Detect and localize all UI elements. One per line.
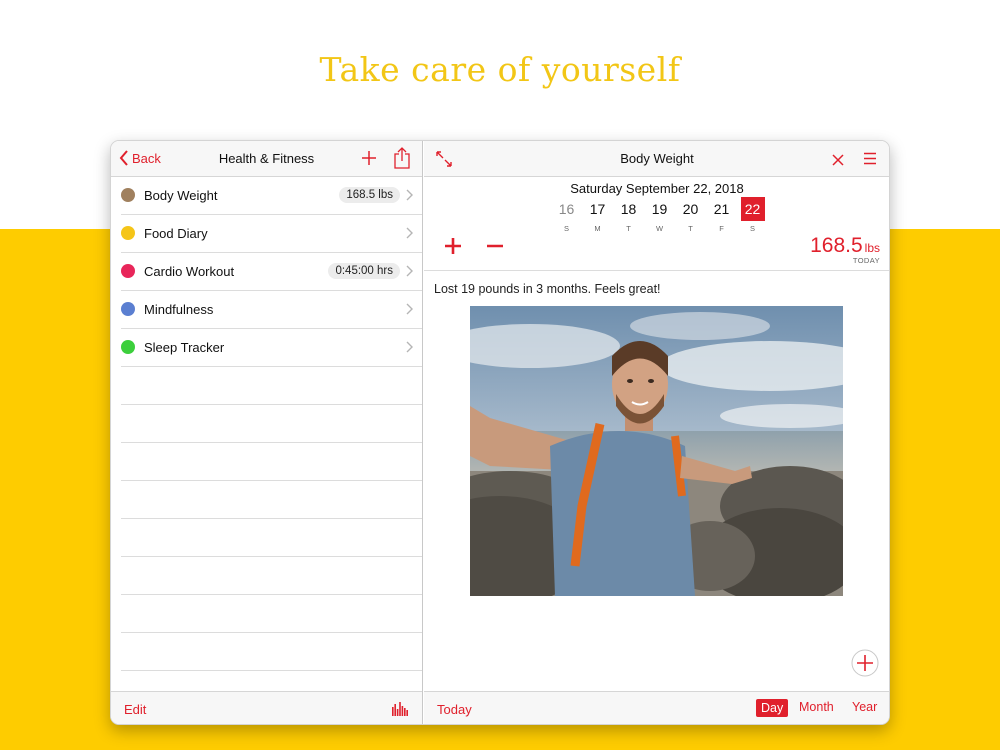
bar-chart-icon	[392, 702, 408, 716]
list-item-label: Food Diary	[144, 226, 208, 241]
decrement-button[interactable]	[486, 237, 504, 260]
minus-icon	[487, 244, 503, 248]
detail-toolbar: Today Day Month Year	[424, 691, 889, 724]
master-toolbar: Edit	[111, 691, 422, 724]
entry-photo[interactable]	[470, 306, 843, 596]
plus-circle-icon	[851, 649, 879, 677]
empty-row	[121, 519, 422, 557]
empty-row	[121, 481, 422, 519]
chart-button[interactable]	[392, 701, 408, 721]
segment-day[interactable]: Day	[756, 699, 789, 717]
list-item-food-diary[interactable]: Food Diary	[121, 215, 422, 253]
expand-button[interactable]	[436, 151, 452, 172]
empty-row	[121, 557, 422, 595]
weekday-letter: S	[563, 224, 569, 233]
day-cell[interactable]: 17 M	[582, 197, 613, 233]
today-button[interactable]: Today	[437, 702, 472, 717]
menu-icon	[864, 152, 876, 165]
master-navbar: Back Health & Fitness	[111, 141, 422, 177]
add-entry-button[interactable]	[851, 649, 879, 682]
category-color-dot	[121, 302, 135, 316]
empty-row	[121, 367, 422, 405]
share-icon	[394, 147, 410, 169]
day-cell[interactable]: 19 W	[644, 197, 675, 233]
share-button[interactable]	[394, 147, 410, 174]
day-number: 16	[558, 201, 575, 217]
close-icon	[832, 154, 844, 166]
empty-row	[121, 633, 422, 671]
day-cell-selected[interactable]: 22 S	[737, 197, 768, 233]
weekday-letter: T	[688, 224, 693, 233]
value-badge: 0:45:00 hrs	[328, 263, 400, 279]
weekday-letter: W	[655, 224, 664, 233]
list-item-sleep-tracker[interactable]: Sleep Tracker	[121, 329, 422, 367]
value-badge: 168.5 lbs	[339, 187, 400, 203]
selected-date: Saturday September 22, 2018	[570, 181, 744, 196]
list-item-label: Cardio Workout	[144, 264, 235, 279]
day-cell[interactable]: 18 T	[613, 197, 644, 233]
chevron-left-icon	[119, 150, 128, 166]
empty-row	[121, 443, 422, 481]
weight-date-label: TODAY	[852, 256, 880, 265]
category-color-dot	[121, 188, 135, 202]
list-item-label: Mindfulness	[144, 302, 214, 317]
chevron-right-icon	[406, 189, 413, 201]
list-item-label: Sleep Tracker	[144, 340, 225, 355]
close-button[interactable]	[832, 153, 844, 171]
entry-note[interactable]: Lost 19 pounds in 3 months. Feels great!	[434, 282, 661, 296]
detail-navbar: Body Weight	[424, 141, 889, 177]
list-item-body-weight[interactable]: Body Weight 168.5 lbs	[121, 177, 422, 215]
week-strip: 16 S 17 M 18 T 19 W 20 T 21 F 22 S	[551, 197, 768, 233]
selfie-photo-image	[470, 306, 843, 596]
weight-readout: 168.5 lbs TODAY	[810, 234, 880, 265]
category-color-dot	[121, 264, 135, 278]
day-number: 17	[589, 201, 606, 217]
plus-icon	[445, 238, 461, 254]
weekday-letter: T	[626, 224, 631, 233]
back-button[interactable]: Back	[119, 150, 161, 166]
chevron-right-icon	[406, 227, 413, 239]
list-item-mindfulness[interactable]: Mindfulness	[121, 291, 422, 329]
empty-row	[121, 595, 422, 633]
detail-panel: Body Weight Saturday September 22, 2018 …	[424, 141, 889, 724]
weekday-letter: F	[719, 224, 724, 233]
back-label: Back	[132, 150, 161, 166]
headline: Take care of yourself	[319, 50, 681, 89]
list-item-cardio-workout[interactable]: Cardio Workout 0:45:00 hrs	[121, 253, 422, 291]
menu-button[interactable]	[863, 152, 877, 170]
increment-button[interactable]	[444, 237, 462, 260]
category-color-dot	[121, 340, 135, 354]
weekday-letter: S	[749, 224, 755, 233]
day-cell[interactable]: 16 S	[551, 197, 582, 233]
divider	[424, 270, 889, 271]
chevron-right-icon	[406, 341, 413, 353]
day-number: 18	[620, 201, 637, 217]
weekday-letter: M	[594, 224, 601, 233]
chevron-right-icon	[406, 303, 413, 315]
expand-icon	[436, 151, 452, 167]
ipad-frame: Back Health & Fitness Body Weight 168.5 …	[110, 140, 890, 725]
tracker-list: Body Weight 168.5 lbs Food Diary Cardio …	[111, 177, 422, 671]
master-panel: Back Health & Fitness Body Weight 168.5 …	[111, 141, 423, 724]
day-number: 19	[651, 201, 668, 217]
segment-year[interactable]: Year	[852, 700, 877, 714]
day-cell[interactable]: 21 F	[706, 197, 737, 233]
category-color-dot	[121, 226, 135, 240]
weight-unit: lbs	[864, 241, 880, 255]
plus-icon	[362, 151, 376, 165]
edit-button[interactable]: Edit	[124, 702, 146, 717]
day-number: 22	[740, 197, 765, 221]
weight-value: 168.5	[810, 234, 863, 257]
chevron-right-icon	[406, 265, 413, 277]
empty-row	[121, 405, 422, 443]
day-number: 21	[713, 201, 730, 217]
segment-month[interactable]: Month	[799, 700, 834, 714]
day-cell[interactable]: 20 T	[675, 197, 706, 233]
add-button[interactable]	[360, 149, 378, 172]
day-number: 20	[682, 201, 699, 217]
list-item-label: Body Weight	[144, 188, 218, 203]
detail-title: Body Weight	[620, 151, 694, 166]
